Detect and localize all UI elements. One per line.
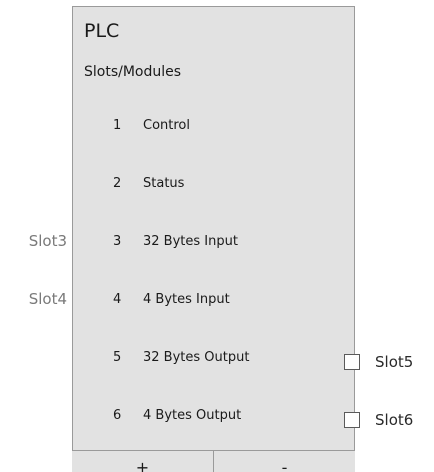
- slot-module-name: 4 Bytes Output: [143, 408, 242, 423]
- slot-number: 2: [113, 176, 122, 191]
- slot6-checkbox[interactable]: [344, 412, 360, 428]
- remove-slot-button[interactable]: -: [214, 451, 355, 472]
- slot-row-1[interactable]: 1 Control: [73, 114, 354, 138]
- slot3-label: Slot3: [28, 232, 67, 250]
- slot-number: 1: [113, 118, 122, 133]
- slot6-selector: Slot6: [344, 409, 413, 431]
- slot-module-name: 4 Bytes Input: [143, 292, 230, 307]
- slot4-label: Slot4: [28, 290, 67, 308]
- slot-number: 4: [113, 292, 122, 307]
- panel-subtitle: Slots/Modules: [84, 64, 182, 80]
- slot-number: 6: [113, 408, 122, 423]
- slot-row-6[interactable]: 6 4 Bytes Output: [73, 404, 354, 428]
- slot-row-2[interactable]: 2 Status: [73, 172, 354, 196]
- slot-row-3[interactable]: 3 32 Bytes Input: [73, 230, 354, 254]
- slot5-selector: Slot5: [344, 351, 413, 373]
- slot-row-5[interactable]: 5 32 Bytes Output: [73, 346, 354, 370]
- panel-title: PLC: [84, 20, 120, 42]
- slot-module-name: 32 Bytes Output: [143, 350, 250, 365]
- add-slot-button[interactable]: +: [72, 451, 214, 472]
- slot-row-4[interactable]: 4 4 Bytes Input: [73, 288, 354, 312]
- slot6-label: Slot6: [375, 411, 414, 429]
- plc-configuration-view: Slot3 Slot4 PLC Slots/Modules 1 Control …: [0, 0, 434, 472]
- slot-module-name: Status: [143, 176, 185, 191]
- slot-module-name: Control: [143, 118, 190, 133]
- plc-panel: PLC Slots/Modules 1 Control 2 Status 3 3…: [72, 6, 355, 472]
- slot-number: 5: [113, 350, 122, 365]
- slot5-checkbox[interactable]: [344, 354, 360, 370]
- slot-number: 3: [113, 234, 122, 249]
- slot-button-bar: + -: [72, 450, 355, 472]
- slot-module-name: 32 Bytes Input: [143, 234, 238, 249]
- slot5-label: Slot5: [375, 353, 414, 371]
